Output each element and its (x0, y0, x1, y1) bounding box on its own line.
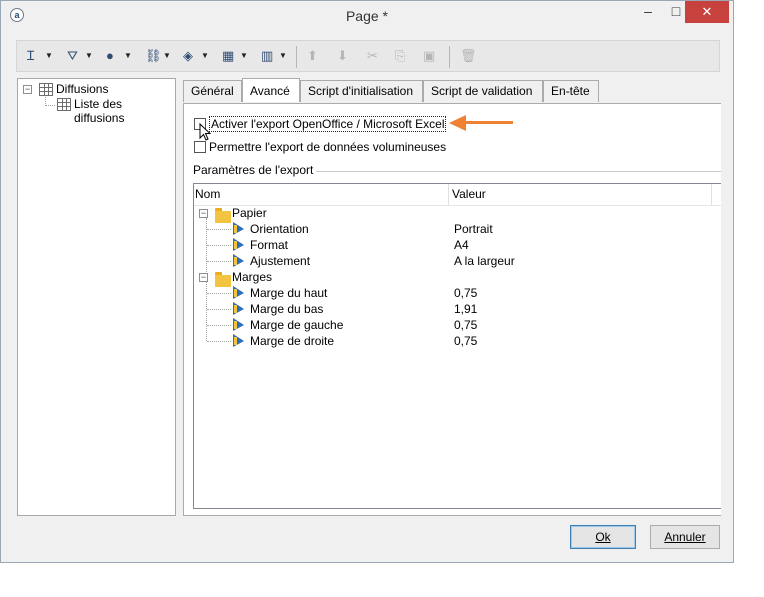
param-value[interactable]: 0,75 (454, 286, 477, 300)
text-cursor-icon[interactable]: Ɪ ▼ (27, 46, 53, 66)
mouse-cursor-icon (199, 123, 211, 141)
ok-button-label: Ok (595, 530, 611, 544)
cancel-button-label: Annuler (664, 530, 706, 544)
navigation-tree: − Diffusions Liste des diffusions (17, 78, 176, 516)
param-name[interactable]: Marge de gauche (250, 318, 343, 332)
parameter-icon (233, 286, 245, 299)
large-data-export-checkbox[interactable] (194, 141, 206, 153)
export-params-treelist: Nom Valeur − Papier Orientation Portrait… (193, 183, 721, 509)
globe-icon[interactable]: ● ▼ (106, 46, 132, 66)
param-value[interactable]: 0,75 (454, 318, 477, 332)
tab-general[interactable]: Général (183, 80, 242, 102)
title-bar[interactable]: a Page * – □ ✕ (1, 1, 733, 31)
cut-icon[interactable]: ✂ (367, 46, 378, 66)
param-name[interactable]: Orientation (250, 222, 309, 236)
folder-list-icon (39, 83, 53, 96)
param-value[interactable]: Portrait (454, 222, 493, 236)
filter-tool-icon[interactable]: ⛛ ▼ (67, 46, 93, 66)
group-papier[interactable]: Papier (232, 206, 267, 220)
tree-connector (207, 261, 231, 262)
dialog-window: a Page * – □ ✕ Ɪ ▼ ⛛ ▼ ● ▼ ⛓ ▼ ◈ ▼ ▦ ▼ ▥ ▼ ⬆ ⬇ … (0, 0, 734, 563)
param-name[interactable]: Format (250, 238, 288, 252)
tree-connector (207, 293, 231, 294)
tree-connector (207, 245, 231, 246)
param-name[interactable]: Ajustement (250, 254, 310, 268)
close-button[interactable]: ✕ (685, 1, 729, 23)
table-icon[interactable]: ▦ ▼ (222, 46, 248, 66)
window-title: Page * (345, 8, 389, 24)
param-name[interactable]: Marge de droite (250, 334, 334, 348)
tree-connector (207, 309, 231, 310)
param-value[interactable]: 1,91 (454, 302, 477, 316)
parameter-icon (233, 302, 245, 315)
parameter-icon (233, 318, 245, 331)
annotation-arrow-shaft (466, 121, 513, 124)
columns-icon[interactable]: ▥ ▼ (261, 46, 287, 66)
paste-icon[interactable]: ▣ (423, 46, 435, 66)
toolbar-separator (296, 46, 297, 68)
collapse-icon[interactable]: − (199, 273, 208, 282)
move-down-icon[interactable]: ⬇ (337, 46, 348, 66)
move-up-icon[interactable]: ⬆ (307, 46, 318, 66)
column-divider (448, 184, 449, 205)
layers-icon[interactable]: ◈ ▼ (183, 46, 209, 66)
tree-connector (207, 341, 231, 342)
column-divider (711, 184, 712, 205)
folder-icon (215, 272, 231, 287)
folder-icon (215, 208, 231, 223)
tab-avance[interactable]: Avancé (242, 78, 300, 102)
parameter-icon (233, 254, 245, 267)
tab-en-tete[interactable]: En-tête (543, 80, 599, 102)
export-excel-label-text: Activer l'export OpenOffice / Microsoft … (209, 116, 447, 132)
tree-item-liste-des-diffusions[interactable]: Liste des diffusions (74, 97, 175, 125)
group-separator (313, 171, 721, 172)
large-data-export-label: Permettre l'export de données volumineus… (209, 140, 447, 154)
tree-connector (206, 218, 207, 274)
minimize-button[interactable]: – (634, 1, 662, 23)
tree-connector (207, 229, 231, 230)
column-header-value[interactable]: Valeur (452, 187, 486, 201)
tree-connector (45, 105, 55, 106)
tree-item-diffusions[interactable]: Diffusions (56, 82, 108, 96)
param-value[interactable]: A4 (454, 238, 469, 252)
tab-script-validation[interactable]: Script de validation (423, 80, 543, 102)
parameter-icon (233, 222, 245, 235)
collapse-icon[interactable]: − (199, 209, 208, 218)
cancel-button[interactable]: Annuler (650, 525, 720, 549)
treelist-header: Nom Valeur (194, 184, 721, 206)
tab-script-initialisation[interactable]: Script d'initialisation (300, 80, 423, 102)
annotation-arrow-icon (449, 115, 466, 131)
export-excel-label: Activer l'export OpenOffice / Microsoft … (209, 116, 447, 132)
delete-icon[interactable]: 🗑 (460, 46, 477, 66)
param-name[interactable]: Marge du bas (250, 302, 323, 316)
list-icon (57, 98, 71, 111)
param-value[interactable]: 0,75 (454, 334, 477, 348)
group-marges[interactable]: Marges (232, 270, 272, 284)
link-icon[interactable]: ⛓ ▼ (145, 46, 171, 66)
tree-connector (207, 325, 231, 326)
toolbar-separator (449, 46, 450, 68)
parameter-icon (233, 238, 245, 251)
column-header-name[interactable]: Nom (195, 187, 220, 201)
param-name[interactable]: Marge du haut (250, 286, 327, 300)
param-value[interactable]: A la largeur (454, 254, 515, 268)
toolbar: Ɪ ▼ ⛛ ▼ ● ▼ ⛓ ▼ ◈ ▼ ▦ ▼ ▥ ▼ ⬆ ⬇ ✂ ⎘ ▣ 🗑 (16, 40, 720, 72)
tree-connector (206, 282, 207, 341)
copy-icon[interactable]: ⎘ (395, 46, 405, 66)
ok-button[interactable]: Ok (570, 525, 636, 549)
collapse-icon[interactable]: − (23, 85, 32, 94)
export-params-title: Paramètres de l'export (193, 163, 317, 177)
parameter-icon (233, 334, 245, 347)
